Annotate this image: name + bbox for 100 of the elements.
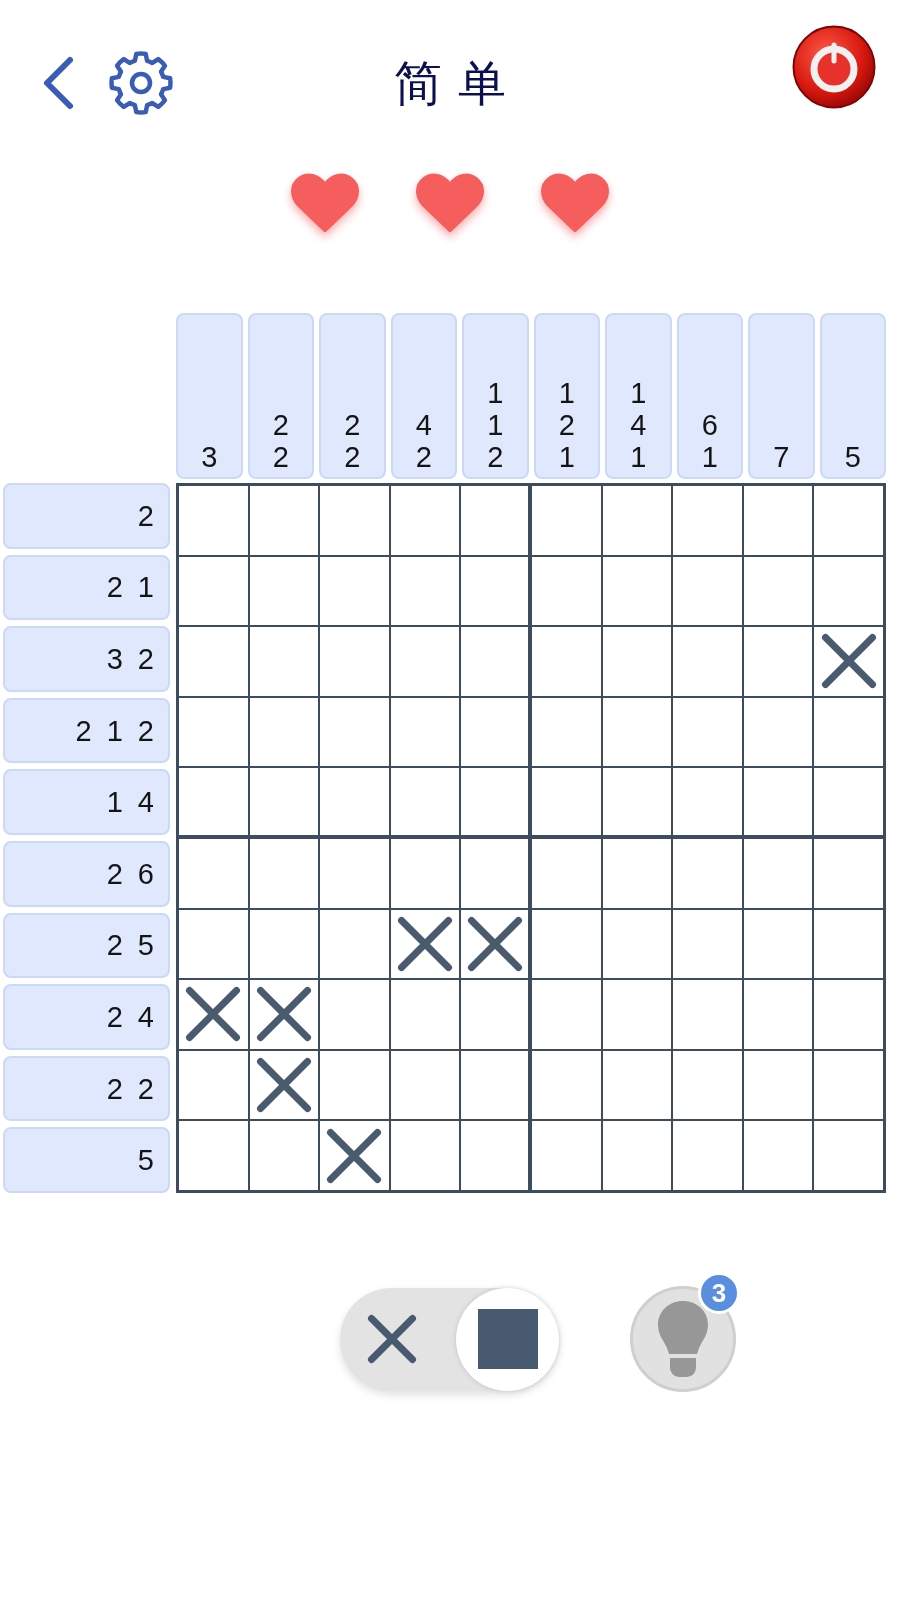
- grid-cell[interactable]: [602, 768, 672, 835]
- grid-cell[interactable]: [743, 839, 813, 908]
- grid-cell[interactable]: [673, 768, 742, 835]
- grid-cell[interactable]: [673, 1121, 742, 1190]
- grid-cell[interactable]: [743, 556, 813, 626]
- grid-cell[interactable]: [320, 980, 389, 1049]
- grid-cell[interactable]: [179, 697, 248, 767]
- grid-cell[interactable]: [602, 627, 672, 696]
- grid-cell[interactable]: [814, 556, 883, 626]
- grid-cell[interactable]: [743, 768, 813, 835]
- grid-cell[interactable]: [673, 486, 742, 555]
- grid-cell[interactable]: [461, 1121, 528, 1190]
- grid-cell[interactable]: [461, 839, 528, 908]
- grid-cell[interactable]: [532, 980, 601, 1049]
- grid-cell[interactable]: [602, 1121, 672, 1190]
- grid-cell[interactable]: [390, 980, 460, 1049]
- grid-cell[interactable]: [320, 1050, 389, 1120]
- grid-cell[interactable]: [814, 1050, 883, 1120]
- grid-cell[interactable]: [532, 909, 601, 979]
- grid-cell[interactable]: [673, 980, 742, 1049]
- grid-cell[interactable]: [532, 768, 601, 835]
- grid-cell[interactable]: [179, 486, 248, 555]
- grid-cell[interactable]: [814, 768, 883, 835]
- grid-cell[interactable]: [814, 486, 883, 555]
- grid-cell[interactable]: [249, 627, 319, 696]
- grid-cell[interactable]: [249, 768, 319, 835]
- grid-cell[interactable]: [602, 697, 672, 767]
- grid-cell[interactable]: [743, 1121, 813, 1190]
- grid-cell[interactable]: [249, 486, 319, 555]
- grid-cell[interactable]: [602, 486, 672, 555]
- grid-cell[interactable]: [814, 1121, 883, 1190]
- grid-cell[interactable]: [320, 1121, 389, 1190]
- grid-cell[interactable]: [461, 980, 528, 1049]
- grid-cell[interactable]: [673, 697, 742, 767]
- grid-cell[interactable]: [814, 697, 883, 767]
- grid-cell[interactable]: [320, 627, 389, 696]
- grid-cell[interactable]: [461, 909, 528, 979]
- grid-cell[interactable]: [390, 1121, 460, 1190]
- grid-cell[interactable]: [814, 909, 883, 979]
- grid-cell[interactable]: [814, 839, 883, 908]
- grid-cell[interactable]: [390, 1050, 460, 1120]
- grid-cell[interactable]: [390, 909, 460, 979]
- grid-cell[interactable]: [179, 768, 248, 835]
- grid-cell[interactable]: [602, 980, 672, 1049]
- grid-cell[interactable]: [532, 556, 601, 626]
- grid-cell[interactable]: [179, 980, 248, 1049]
- grid-cell[interactable]: [673, 556, 742, 626]
- fill-mode-button[interactable]: [456, 1287, 559, 1391]
- grid-cell[interactable]: [532, 697, 601, 767]
- grid-cell[interactable]: [249, 1121, 319, 1190]
- grid-cell[interactable]: [390, 486, 460, 555]
- grid-cell[interactable]: [532, 839, 601, 908]
- grid-cell[interactable]: [743, 980, 813, 1049]
- grid-cell[interactable]: [390, 839, 460, 908]
- grid-cell[interactable]: [743, 697, 813, 767]
- grid-cell[interactable]: [532, 627, 601, 696]
- grid-cell[interactable]: [602, 1050, 672, 1120]
- grid-cell[interactable]: [461, 697, 528, 767]
- grid-cell[interactable]: [249, 839, 319, 908]
- grid-cell[interactable]: [461, 627, 528, 696]
- grid-cell[interactable]: [390, 697, 460, 767]
- grid-cell[interactable]: [743, 909, 813, 979]
- grid-cell[interactable]: [602, 909, 672, 979]
- settings-icon[interactable]: [108, 50, 174, 116]
- grid-cell[interactable]: [320, 909, 389, 979]
- grid-cell[interactable]: [390, 627, 460, 696]
- grid-cell[interactable]: [673, 627, 742, 696]
- grid-cell[interactable]: [320, 839, 389, 908]
- power-icon[interactable]: [792, 25, 876, 109]
- grid-cell[interactable]: [249, 980, 319, 1049]
- grid-cell[interactable]: [461, 486, 528, 555]
- grid-cell[interactable]: [249, 556, 319, 626]
- grid-cell[interactable]: [390, 556, 460, 626]
- grid-cell[interactable]: [814, 980, 883, 1049]
- grid-cell[interactable]: [532, 1050, 601, 1120]
- grid-cell[interactable]: [179, 556, 248, 626]
- grid-cell[interactable]: [320, 486, 389, 555]
- grid-cell[interactable]: [320, 768, 389, 835]
- grid-cell[interactable]: [743, 627, 813, 696]
- grid-cell[interactable]: [673, 839, 742, 908]
- grid-cell[interactable]: [461, 1050, 528, 1120]
- grid-cell[interactable]: [461, 556, 528, 626]
- grid-cell[interactable]: [179, 627, 248, 696]
- grid-cell[interactable]: [179, 909, 248, 979]
- grid-cell[interactable]: [320, 556, 389, 626]
- grid-cell[interactable]: [179, 839, 248, 908]
- grid-cell[interactable]: [602, 556, 672, 626]
- grid-cell[interactable]: [179, 1050, 248, 1120]
- grid-cell[interactable]: [320, 697, 389, 767]
- grid-cell[interactable]: [532, 1121, 601, 1190]
- grid-cell[interactable]: [602, 839, 672, 908]
- grid-cell[interactable]: [673, 1050, 742, 1120]
- grid-cell[interactable]: [743, 486, 813, 555]
- grid-cell[interactable]: [532, 486, 601, 555]
- grid-cell[interactable]: [814, 627, 883, 696]
- grid-cell[interactable]: [390, 768, 460, 835]
- grid-cell[interactable]: [743, 1050, 813, 1120]
- grid-cell[interactable]: [461, 768, 528, 835]
- grid-cell[interactable]: [179, 1121, 248, 1190]
- grid-cell[interactable]: [673, 909, 742, 979]
